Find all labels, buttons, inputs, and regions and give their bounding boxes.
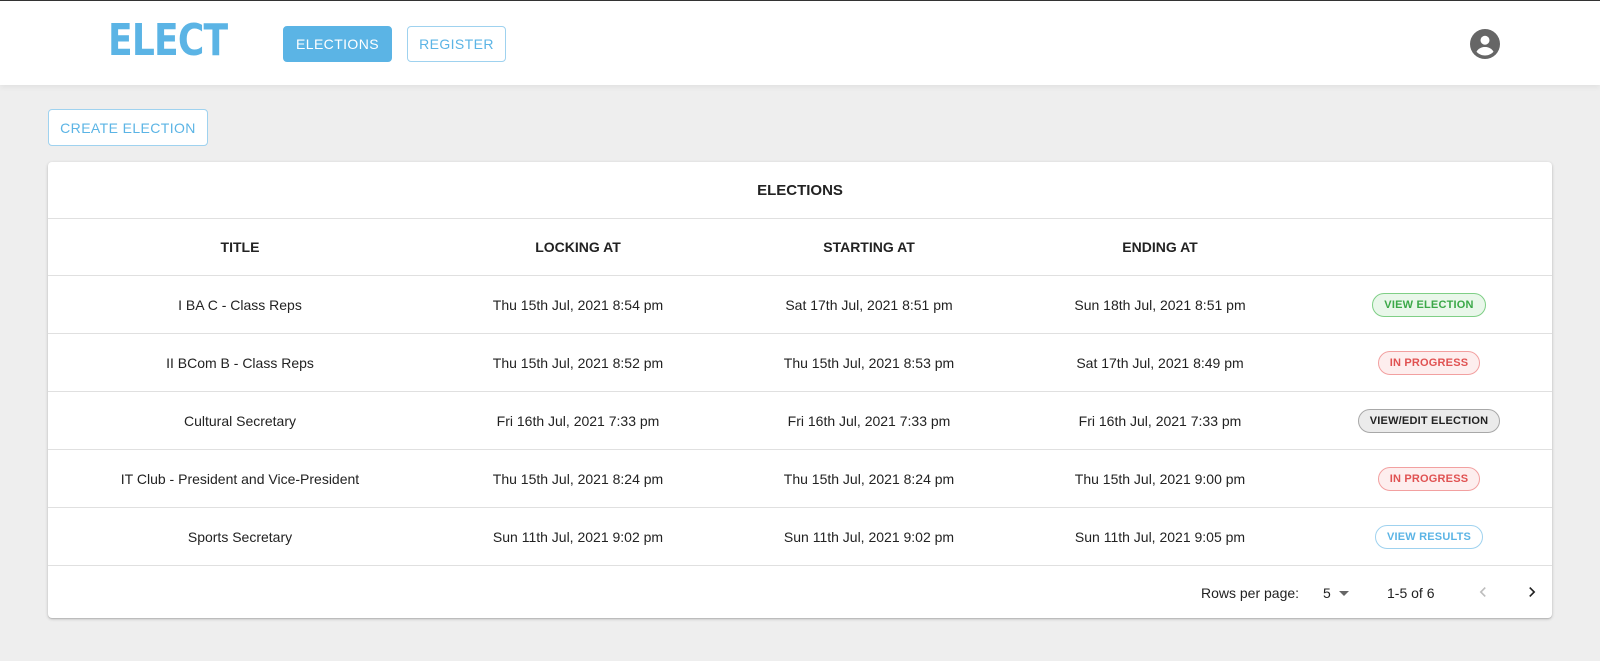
rows-per-page-label: Rows per page: <box>1201 585 1300 601</box>
cell-locking-at: Sun 11th Jul, 2021 9:02 pm <box>492 528 664 545</box>
in-progress-chip[interactable]: IN PROGRESS <box>1377 466 1481 491</box>
column-header-ending-at[interactable]: ENDING AT <box>1014 239 1306 255</box>
cell-starting-at: Fri 16th Jul, 2021 7:33 pm <box>787 412 951 429</box>
view-edit-election-chip[interactable]: VIEW/EDIT ELECTION <box>1357 408 1501 433</box>
cell-ending-at: Fri 16th Jul, 2021 7:33 pm <box>1078 412 1242 429</box>
cell-starting-at: Thu 15th Jul, 2021 8:24 pm <box>783 470 955 487</box>
table-row: Sports Secretary Sun 11th Jul, 2021 9:02… <box>48 508 1552 566</box>
account-circle-icon[interactable] <box>1470 29 1500 59</box>
cell-locking-at: Thu 15th Jul, 2021 8:54 pm <box>492 296 664 313</box>
table-row: I BA C - Class Reps Thu 15th Jul, 2021 8… <box>48 276 1552 334</box>
cell-title: Sports Secretary <box>187 528 293 545</box>
app-logo[interactable]: ELECT <box>108 15 228 67</box>
cell-starting-at: Sun 11th Jul, 2021 9:02 pm <box>783 528 955 545</box>
column-header-title[interactable]: TITLE <box>48 239 432 255</box>
cell-ending-at: Thu 15th Jul, 2021 9:00 pm <box>1074 470 1246 487</box>
in-progress-chip[interactable]: IN PROGRESS <box>1377 350 1481 375</box>
elections-table-card: ELECTIONS TITLE LOCKING AT STARTING AT E… <box>48 162 1552 618</box>
table-pagination: Rows per page: 5 1-5 of 6 <box>48 566 1552 621</box>
cell-ending-at: Sat 17th Jul, 2021 8:49 pm <box>1076 354 1244 371</box>
view-election-chip[interactable]: VIEW ELECTION <box>1372 292 1486 317</box>
pagination-range: 1-5 of 6 <box>1387 585 1435 601</box>
cell-starting-at: Sat 17th Jul, 2021 8:51 pm <box>785 296 953 313</box>
create-election-button[interactable]: CREATE ELECTION <box>48 109 208 146</box>
top-app-bar: ELECT ELECTIONS REGISTER <box>0 0 1600 85</box>
cell-ending-at: Sun 11th Jul, 2021 9:05 pm <box>1074 528 1246 545</box>
cell-title: Cultural Secretary <box>183 412 297 429</box>
table-row: IT Club - President and Vice-President T… <box>48 450 1552 508</box>
column-header-starting-at[interactable]: STARTING AT <box>724 239 1014 255</box>
nav-elections-button[interactable]: ELECTIONS <box>283 26 392 62</box>
cell-title: II BCom B - Class Reps <box>166 354 314 371</box>
rows-per-page-value: 5 <box>1323 585 1331 601</box>
table-row: II BCom B - Class Reps Thu 15th Jul, 202… <box>48 334 1552 392</box>
cell-locking-at: Thu 15th Jul, 2021 8:24 pm <box>492 470 664 487</box>
cell-title: I BA C - Class Reps <box>178 296 302 313</box>
cell-locking-at: Fri 16th Jul, 2021 7:33 pm <box>496 412 660 429</box>
cell-locking-at: Thu 15th Jul, 2021 8:52 pm <box>492 354 664 371</box>
table-row: Cultural Secretary Fri 16th Jul, 2021 7:… <box>48 392 1552 450</box>
rows-per-page-select[interactable]: 5 <box>1323 585 1349 601</box>
table-title: ELECTIONS <box>48 162 1552 219</box>
column-header-locking-at[interactable]: LOCKING AT <box>432 239 724 255</box>
cell-starting-at: Thu 15th Jul, 2021 8:53 pm <box>783 354 955 371</box>
nav-register-button[interactable]: REGISTER <box>407 26 506 62</box>
cell-title: IT Club - President and Vice-President <box>120 470 360 487</box>
table-header-row: TITLE LOCKING AT STARTING AT ENDING AT <box>48 219 1552 276</box>
chevron-left-icon[interactable] <box>1473 582 1493 602</box>
view-results-chip[interactable]: VIEW RESULTS <box>1374 524 1484 549</box>
chevron-right-icon[interactable] <box>1522 582 1542 602</box>
dropdown-caret-icon <box>1338 590 1349 596</box>
cell-ending-at: Sun 18th Jul, 2021 8:51 pm <box>1074 296 1246 313</box>
